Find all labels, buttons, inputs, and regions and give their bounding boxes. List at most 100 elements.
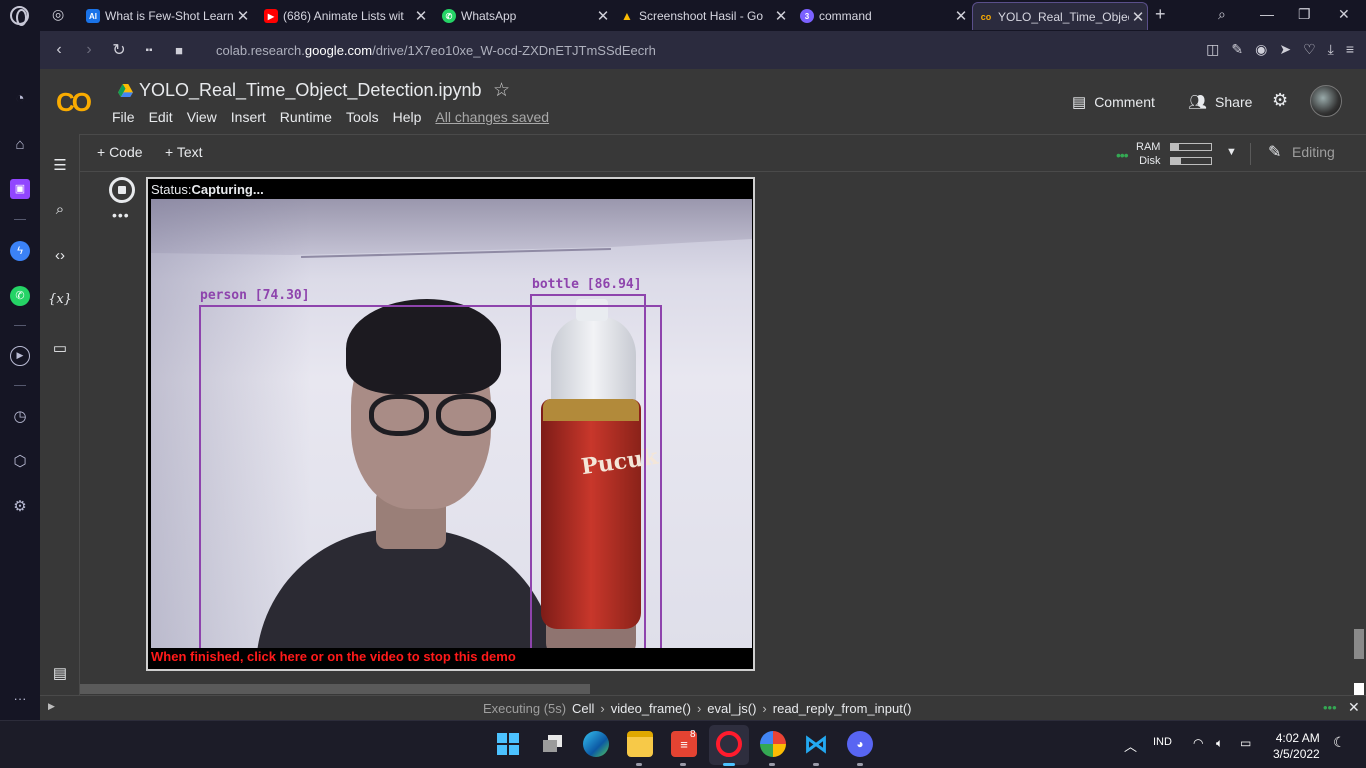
- restore-icon[interactable]: ❐: [1298, 6, 1311, 23]
- close-window-icon[interactable]: ✕: [1338, 6, 1350, 23]
- task-view-icon[interactable]: [540, 731, 566, 757]
- terminal-icon[interactable]: ▤: [40, 664, 80, 682]
- chevron-right-icon: ›: [762, 701, 767, 716]
- code-snippets-icon[interactable]: ‹›: [40, 247, 80, 264]
- stop-demo-link[interactable]: When finished, click here or on the vide…: [151, 649, 516, 664]
- tab-few-shot[interactable]: AI What is Few-Shot Learn ✕: [80, 2, 252, 30]
- battery-icon[interactable]: ▭: [1240, 736, 1251, 750]
- input-language[interactable]: IND: [1153, 736, 1172, 748]
- menu-help[interactable]: Help: [393, 109, 422, 125]
- history-icon[interactable]: ◷: [10, 407, 30, 427]
- menu-view[interactable]: View: [187, 109, 217, 125]
- menu-tools[interactable]: Tools: [346, 109, 379, 125]
- avatar[interactable]: [1310, 85, 1342, 117]
- new-tab-button[interactable]: +: [1155, 4, 1166, 25]
- windows-start-icon[interactable]: [495, 731, 521, 757]
- more-icon[interactable]: ···: [10, 689, 30, 709]
- opera-icon[interactable]: [716, 731, 742, 757]
- file-explorer-icon[interactable]: [627, 731, 653, 757]
- search-icon[interactable]: ⌕: [40, 201, 80, 218]
- vertical-scrollbar[interactable]: [1354, 629, 1364, 659]
- back-icon[interactable]: ‹: [44, 41, 74, 59]
- menu-insert[interactable]: Insert: [231, 109, 266, 125]
- editing-mode-button[interactable]: Editing: [1292, 144, 1335, 160]
- menu-runtime[interactable]: Runtime: [280, 109, 332, 125]
- focus-assist-icon[interactable]: ☾: [1333, 734, 1346, 751]
- execution-stack[interactable]: Cell › video_frame() › eval_js() › read_…: [572, 701, 912, 716]
- opera-logo-icon[interactable]: [10, 6, 29, 26]
- show-hidden-icons[interactable]: ︿: [1124, 736, 1137, 755]
- reload-icon[interactable]: ↻: [104, 40, 134, 60]
- chrome-like-icon[interactable]: [760, 731, 786, 757]
- toc-icon[interactable]: ☰: [40, 156, 80, 174]
- wifi-icon[interactable]: ◠: [1193, 736, 1203, 750]
- cell-more-icon[interactable]: •••: [112, 207, 130, 223]
- menu-icon[interactable]: ≡: [1346, 41, 1354, 58]
- system-clock[interactable]: 4:02 AM 3/5/2022: [1273, 730, 1320, 762]
- running-indicator: [813, 763, 819, 766]
- drive-icon: ▲: [621, 9, 633, 23]
- bag-icon[interactable]: ⌂: [10, 135, 30, 155]
- menu-file[interactable]: File: [112, 109, 135, 125]
- tab-yolo-colab[interactable]: co YOLO_Real_Time_Objec ✕: [972, 2, 1148, 30]
- whatsapp-icon[interactable]: ✆: [10, 286, 30, 306]
- webcam-video[interactable]: Pucuk person [74.30] bottle [86.94]: [151, 199, 752, 648]
- settings-icon[interactable]: ⚙: [10, 497, 30, 517]
- close-tab-icon[interactable]: ✕: [594, 7, 612, 25]
- vscode-icon[interactable]: ⋈: [803, 731, 829, 758]
- address-bar: ‹ › ↻ ▪▪ ■ colab.research.google.com/dri…: [40, 31, 1366, 69]
- tab-command[interactable]: 3 command ✕: [794, 2, 970, 30]
- player-icon[interactable]: ▶: [10, 346, 30, 366]
- search-tabs-icon[interactable]: ⌕: [1218, 6, 1226, 23]
- add-code-button[interactable]: + Code: [97, 144, 143, 160]
- tab-youtube[interactable]: ▶ (686) Animate Lists wit ✕: [258, 2, 430, 30]
- resources-indicator[interactable]: RAM Disk: [1136, 140, 1160, 168]
- runtime-dropdown-icon[interactable]: ▼: [1226, 146, 1237, 158]
- tab-drive[interactable]: ▲ Screenshoot Hasil - Go ✕: [614, 2, 790, 30]
- clock-time: 4:02 AM: [1275, 731, 1320, 745]
- close-tab-icon[interactable]: ✕: [1129, 8, 1147, 26]
- cell-output: Status:Capturing... Pucuk person [74.30]…: [146, 177, 755, 671]
- site-info-icon[interactable]: ▪▪: [134, 45, 164, 56]
- send-icon[interactable]: ➤: [1279, 41, 1291, 58]
- forward-icon[interactable]: ›: [74, 41, 104, 59]
- star-icon[interactable]: ☆: [493, 79, 510, 102]
- colab-logo[interactable]: CO: [56, 87, 92, 118]
- edit-icon[interactable]: ✎: [1231, 41, 1243, 58]
- close-status-icon[interactable]: ✕: [1348, 699, 1360, 716]
- messenger-icon[interactable]: ϟ: [10, 241, 30, 261]
- speed-dial-icon[interactable]: ◔: [10, 89, 30, 109]
- split-view-icon[interactable]: ◫: [1206, 41, 1219, 58]
- minimize-icon[interactable]: —: [1260, 6, 1274, 22]
- cube-icon[interactable]: ⬡: [10, 452, 30, 472]
- url-field[interactable]: colab.research.google.com/drive/1X7eo10x…: [216, 43, 656, 58]
- camera-icon[interactable]: ■: [164, 43, 194, 58]
- variables-icon[interactable]: {x}: [40, 292, 80, 307]
- download-icon[interactable]: ⤓: [1328, 41, 1334, 58]
- tab-workspaces-icon[interactable]: ◎: [52, 6, 64, 23]
- snapshot-icon[interactable]: ◉: [1255, 41, 1267, 58]
- share-button[interactable]: 👥︎ Share: [1188, 93, 1252, 111]
- save-status-link[interactable]: All changes saved: [435, 109, 549, 125]
- close-tab-icon[interactable]: ✕: [772, 7, 790, 25]
- add-text-button[interactable]: + Text: [165, 144, 203, 160]
- close-tab-icon[interactable]: ✕: [412, 7, 430, 25]
- edge-icon[interactable]: [583, 731, 609, 757]
- running-indicator: [857, 763, 863, 766]
- files-icon[interactable]: ▭: [40, 339, 80, 357]
- tab-whatsapp[interactable]: ✆ WhatsApp ✕: [436, 2, 612, 30]
- close-tab-icon[interactable]: ✕: [234, 7, 252, 25]
- horizontal-scrollbar[interactable]: [80, 684, 590, 694]
- volume-icon[interactable]: 🔈︎: [1216, 736, 1223, 751]
- expand-status-icon[interactable]: ▶: [48, 701, 55, 712]
- windows-taskbar: ≡ 8 ⋈ ◕ ︿ IND ◠ 🔈︎ ▭ 4:02 AM 3/5/2022 ☾: [0, 720, 1366, 768]
- close-tab-icon[interactable]: ✕: [952, 7, 970, 25]
- stop-execution-button[interactable]: [109, 177, 135, 203]
- menu-edit[interactable]: Edit: [149, 109, 173, 125]
- notebook-title[interactable]: YOLO_Real_Time_Object_Detection.ipynb: [139, 80, 482, 101]
- comment-button[interactable]: ▤ Comment: [1072, 93, 1155, 111]
- settings-gear-icon[interactable]: ⚙: [1272, 90, 1288, 111]
- discord-icon[interactable]: ◕: [847, 731, 873, 757]
- twitch-icon[interactable]: ▣: [10, 179, 30, 199]
- heart-icon[interactable]: ♡: [1303, 41, 1316, 58]
